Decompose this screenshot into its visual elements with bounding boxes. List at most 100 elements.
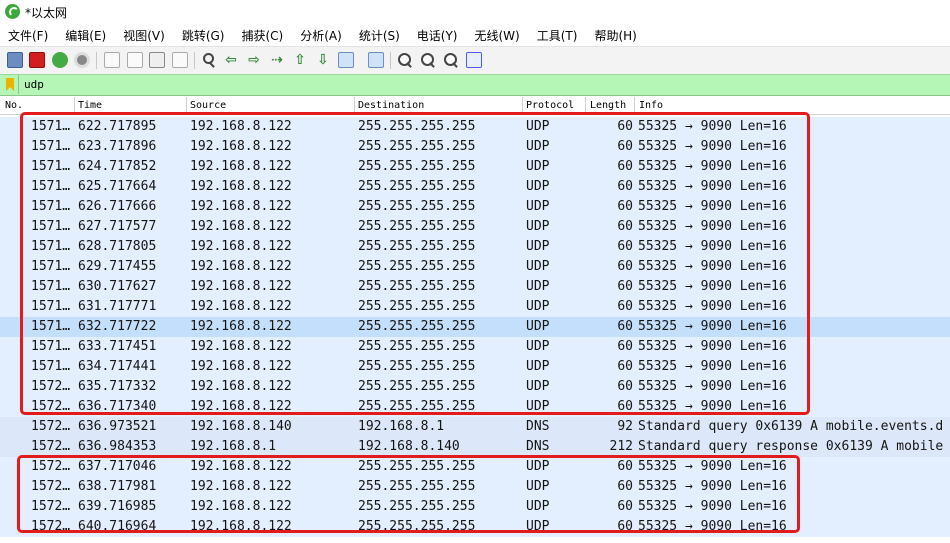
packet-row[interactable]: 1572… 636.717340 192.168.8.122 255.255.2… bbox=[0, 397, 950, 417]
cell-no: 1572… bbox=[31, 459, 71, 474]
column-divider[interactable] bbox=[634, 97, 635, 114]
packet-row[interactable]: 1571… 634.717441 192.168.8.122 255.255.2… bbox=[0, 357, 950, 377]
normal-size-icon[interactable] bbox=[443, 52, 459, 68]
cell-length: 60 bbox=[617, 239, 633, 254]
menu-telephony[interactable]: 电话(Y) bbox=[417, 27, 458, 44]
cell-destination: 255.255.255.255 bbox=[358, 199, 476, 214]
packet-row[interactable]: 1571… 632.717722 192.168.8.122 255.255.2… bbox=[0, 317, 950, 337]
menu-wireless[interactable]: 无线(W) bbox=[475, 27, 520, 44]
menu-help[interactable]: 帮助(H) bbox=[594, 27, 636, 44]
go-first-packet-icon[interactable]: ⇧ bbox=[292, 52, 308, 68]
menu-statistics[interactable]: 统计(S) bbox=[359, 27, 400, 44]
packet-row[interactable]: 1572… 636.984353 192.168.8.1 192.168.8.1… bbox=[0, 437, 950, 457]
resize-columns-icon[interactable] bbox=[466, 52, 482, 68]
column-header-destination[interactable]: Destination bbox=[358, 100, 424, 111]
cell-destination: 255.255.255.255 bbox=[358, 399, 476, 414]
packet-row[interactable]: 1571… 626.717666 192.168.8.122 255.255.2… bbox=[0, 197, 950, 217]
cell-info: 55325 → 9090 Len=16 bbox=[638, 479, 787, 494]
cell-length: 60 bbox=[617, 379, 633, 394]
open-file-icon[interactable] bbox=[104, 52, 120, 68]
packet-row[interactable]: 1571… 625.717664 192.168.8.122 255.255.2… bbox=[0, 177, 950, 197]
column-header-length[interactable]: Length bbox=[590, 100, 626, 111]
zoom-in-icon[interactable] bbox=[397, 52, 413, 68]
capture-options-gear-icon[interactable] bbox=[74, 52, 90, 68]
cell-protocol: UDP bbox=[526, 279, 550, 294]
go-back-arrow-icon[interactable]: ⇦ bbox=[223, 52, 239, 68]
display-filter-input[interactable] bbox=[18, 75, 949, 94]
column-header-source[interactable]: Source bbox=[190, 100, 226, 111]
packet-row[interactable]: 1572… 635.717332 192.168.8.122 255.255.2… bbox=[0, 377, 950, 397]
close-file-icon[interactable] bbox=[149, 52, 165, 68]
cell-source: 192.168.8.122 bbox=[190, 479, 292, 494]
packet-row[interactable]: 1571… 630.717627 192.168.8.122 255.255.2… bbox=[0, 277, 950, 297]
go-last-packet-icon[interactable]: ⇩ bbox=[315, 52, 331, 68]
packet-row[interactable]: 1572… 637.717046 192.168.8.122 255.255.2… bbox=[0, 457, 950, 477]
cell-source: 192.168.8.122 bbox=[190, 159, 292, 174]
packet-row[interactable]: 1571… 627.717577 192.168.8.122 255.255.2… bbox=[0, 217, 950, 237]
packet-row[interactable]: 1572… 636.973521 192.168.8.140 192.168.8… bbox=[0, 417, 950, 437]
find-packet-icon[interactable] bbox=[201, 52, 217, 68]
packet-row[interactable]: 1571… 624.717852 192.168.8.122 255.255.2… bbox=[0, 157, 950, 177]
packet-row[interactable]: 1571… 629.717455 192.168.8.122 255.255.2… bbox=[0, 257, 950, 277]
column-header-time[interactable]: Time bbox=[78, 100, 102, 111]
column-divider[interactable] bbox=[74, 97, 75, 114]
save-file-icon[interactable] bbox=[127, 52, 143, 68]
menu-analyze[interactable]: 分析(A) bbox=[300, 27, 342, 44]
restart-capture-icon[interactable] bbox=[52, 52, 68, 68]
cell-length: 60 bbox=[617, 299, 633, 314]
packet-row[interactable]: 1572… 638.717981 192.168.8.122 255.255.2… bbox=[0, 477, 950, 497]
filter-bookmark-icon[interactable] bbox=[6, 78, 14, 91]
column-divider[interactable] bbox=[522, 97, 523, 114]
toolbar-separator bbox=[194, 52, 195, 69]
packet-row[interactable]: 1572… 639.716985 192.168.8.122 255.255.2… bbox=[0, 497, 950, 517]
column-divider[interactable] bbox=[354, 97, 355, 114]
cell-info: 55325 → 9090 Len=16 bbox=[638, 179, 787, 194]
cell-no: 1571… bbox=[31, 119, 71, 134]
packet-row[interactable]: 1571… 623.717896 192.168.8.122 255.255.2… bbox=[0, 137, 950, 157]
cell-length: 60 bbox=[617, 279, 633, 294]
cell-length: 60 bbox=[617, 259, 633, 274]
go-to-packet-icon[interactable]: ⇢ bbox=[269, 52, 285, 68]
cell-source: 192.168.8.122 bbox=[190, 379, 292, 394]
cell-info: 55325 → 9090 Len=16 bbox=[638, 399, 787, 414]
stop-square-icon[interactable] bbox=[29, 52, 45, 68]
packet-row[interactable]: 1571… 633.717451 192.168.8.122 255.255.2… bbox=[0, 337, 950, 357]
cell-time: 628.717805 bbox=[78, 239, 157, 254]
cell-info: 55325 → 9090 Len=16 bbox=[638, 239, 787, 254]
column-header-info[interactable]: Info bbox=[639, 100, 663, 111]
menu-view[interactable]: 视图(V) bbox=[123, 27, 165, 44]
cell-info: 55325 → 9090 Len=16 bbox=[638, 319, 787, 334]
column-header-no[interactable]: No. bbox=[5, 100, 23, 111]
cell-time: 623.717896 bbox=[78, 139, 157, 154]
cell-info: 55325 → 9090 Len=16 bbox=[638, 219, 787, 234]
menu-edit[interactable]: 编辑(E) bbox=[65, 27, 106, 44]
menu-tools[interactable]: 工具(T) bbox=[537, 27, 578, 44]
packet-row[interactable]: 1571… 631.717771 192.168.8.122 255.255.2… bbox=[0, 297, 950, 317]
packet-row[interactable]: 1572… 640.716964 192.168.8.122 255.255.2… bbox=[0, 517, 950, 537]
cell-time: 632.717722 bbox=[78, 319, 157, 334]
cell-info: 55325 → 9090 Len=16 bbox=[638, 279, 787, 294]
packet-row[interactable]: 1571… 628.717805 192.168.8.122 255.255.2… bbox=[0, 237, 950, 257]
colorize-icon[interactable] bbox=[368, 52, 384, 68]
cell-time: 636.717340 bbox=[78, 399, 157, 414]
cell-length: 60 bbox=[617, 359, 633, 374]
cell-no: 1572… bbox=[31, 479, 71, 494]
cell-destination: 192.168.8.140 bbox=[358, 439, 460, 454]
cell-time: 636.973521 bbox=[78, 419, 157, 434]
main-toolbar: ⇦ ⇨ ⇢ ⇧ ⇩ bbox=[0, 46, 950, 75]
shark-fin-start-icon[interactable] bbox=[7, 52, 23, 68]
packet-row[interactable]: 1571… 622.717895 192.168.8.122 255.255.2… bbox=[0, 117, 950, 137]
menu-capture[interactable]: 捕获(C) bbox=[241, 27, 283, 44]
column-divider[interactable] bbox=[585, 97, 586, 114]
column-header-protocol[interactable]: Protocol bbox=[526, 100, 574, 111]
cell-source: 192.168.8.122 bbox=[190, 259, 292, 274]
cell-destination: 255.255.255.255 bbox=[358, 499, 476, 514]
go-forward-arrow-icon[interactable]: ⇨ bbox=[246, 52, 262, 68]
cell-time: 624.717852 bbox=[78, 159, 157, 174]
zoom-out-icon[interactable] bbox=[420, 52, 436, 68]
column-divider[interactable] bbox=[186, 97, 187, 114]
reload-file-icon[interactable] bbox=[172, 52, 188, 68]
menu-go[interactable]: 跳转(G) bbox=[182, 27, 225, 44]
menu-file[interactable]: 文件(F) bbox=[8, 27, 48, 44]
auto-scroll-icon[interactable] bbox=[338, 52, 354, 68]
